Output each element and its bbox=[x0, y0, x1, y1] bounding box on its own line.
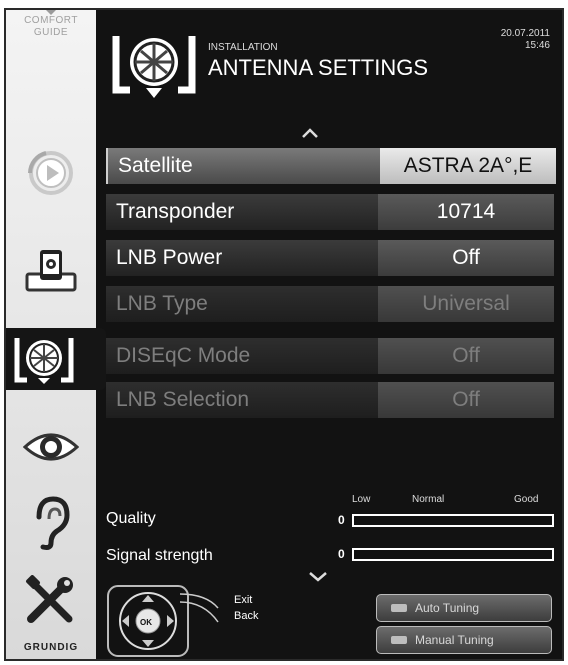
menu-row-diseqc-mode: DISEqC Mode Off bbox=[106, 338, 554, 374]
sidebar-item-installation[interactable] bbox=[6, 328, 106, 390]
menu-row-value[interactable]: 10714 bbox=[378, 194, 554, 230]
remote-navpad-icon bbox=[107, 585, 219, 657]
menu-row-lnb-type: LNB Type Universal bbox=[106, 286, 554, 322]
signal-strength-value: 0 bbox=[338, 547, 345, 561]
satellite-dish-icon bbox=[14, 338, 74, 384]
media-device-icon bbox=[25, 250, 77, 292]
menu-row-lnb-power[interactable]: LNB Power Off bbox=[106, 240, 554, 276]
page-title: ANTENNA SETTINGS bbox=[208, 55, 429, 80]
ok-button-label: OK bbox=[140, 618, 152, 627]
back-hint: Back bbox=[234, 610, 259, 622]
tools-icon bbox=[26, 575, 73, 623]
quality-label: Quality bbox=[106, 510, 156, 527]
scroll-down-icon[interactable] bbox=[309, 572, 327, 582]
date-time: 20.07.2011 15:46 bbox=[501, 28, 550, 52]
section-label: INSTALLATION bbox=[208, 42, 278, 53]
eye-icon bbox=[23, 433, 79, 461]
ear-icon bbox=[36, 496, 70, 550]
header-icon bbox=[106, 26, 202, 107]
satellite-dish-icon bbox=[112, 36, 196, 98]
menu-row-label: LNB Type bbox=[106, 286, 378, 322]
auto-tuning-button[interactable]: Auto Tuning bbox=[376, 594, 552, 622]
scale-low: Low bbox=[352, 494, 371, 505]
sidebar-item-media[interactable] bbox=[14, 240, 88, 302]
menu-row-value[interactable]: Off bbox=[378, 240, 554, 276]
menu-row-label: DISEqC Mode bbox=[106, 338, 378, 374]
exit-hint: Exit bbox=[234, 594, 253, 606]
source-refresh-icon bbox=[28, 151, 73, 195]
menu-row-transponder[interactable]: Transponder 10714 bbox=[106, 194, 554, 230]
menu-row-label: Transponder bbox=[106, 194, 378, 230]
comfort-guide-tab[interactable]: COMFORT GUIDE bbox=[12, 10, 90, 39]
menu-row-label: LNB Power bbox=[106, 240, 378, 276]
scale-normal: Normal bbox=[412, 494, 445, 505]
signal-strength-meter bbox=[352, 548, 554, 561]
time-text: 15:46 bbox=[524, 40, 550, 51]
color-key-icon bbox=[391, 636, 407, 644]
color-key-icon bbox=[391, 604, 407, 612]
comfort-guide-label: COMFORT GUIDE bbox=[24, 15, 78, 38]
sidebar-item-source[interactable] bbox=[14, 142, 88, 204]
signal-strength-label: Signal strength bbox=[106, 547, 213, 564]
brand-logo: GRUNDIG bbox=[23, 642, 79, 653]
tv-menu-screen: COMFORT GUIDE GRUNDIG INSTALLATION ANTEN… bbox=[4, 8, 564, 661]
sidebar-item-settings[interactable] bbox=[14, 570, 88, 632]
scroll-up-icon[interactable] bbox=[302, 128, 318, 138]
manual-tuning-label: Manual Tuning bbox=[415, 633, 494, 647]
menu-row-value[interactable]: ASTRA 2A°,E bbox=[380, 148, 556, 184]
tab-pointer-icon bbox=[44, 10, 58, 15]
menu-row-label: LNB Selection bbox=[106, 382, 378, 418]
menu-row-satellite[interactable]: Satellite ASTRA 2A°,E bbox=[106, 148, 556, 184]
manual-tuning-button[interactable]: Manual Tuning bbox=[376, 626, 552, 654]
date-text: 20.07.2011 bbox=[500, 28, 550, 39]
quality-meter bbox=[352, 514, 554, 527]
menu-row-value: Universal bbox=[378, 286, 554, 322]
scale-good: Good bbox=[514, 494, 539, 505]
sidebar: COMFORT GUIDE GRUNDIG bbox=[6, 10, 106, 659]
menu-row-lnb-selection: LNB Selection Off bbox=[106, 382, 554, 418]
auto-tuning-label: Auto Tuning bbox=[415, 601, 480, 615]
sidebar-item-sound[interactable] bbox=[14, 492, 88, 554]
menu-row-value: Off bbox=[378, 338, 554, 374]
menu-row-label: Satellite bbox=[108, 148, 380, 184]
sidebar-item-picture[interactable] bbox=[14, 416, 88, 478]
quality-value: 0 bbox=[338, 513, 345, 527]
menu-row-value: Off bbox=[378, 382, 554, 418]
